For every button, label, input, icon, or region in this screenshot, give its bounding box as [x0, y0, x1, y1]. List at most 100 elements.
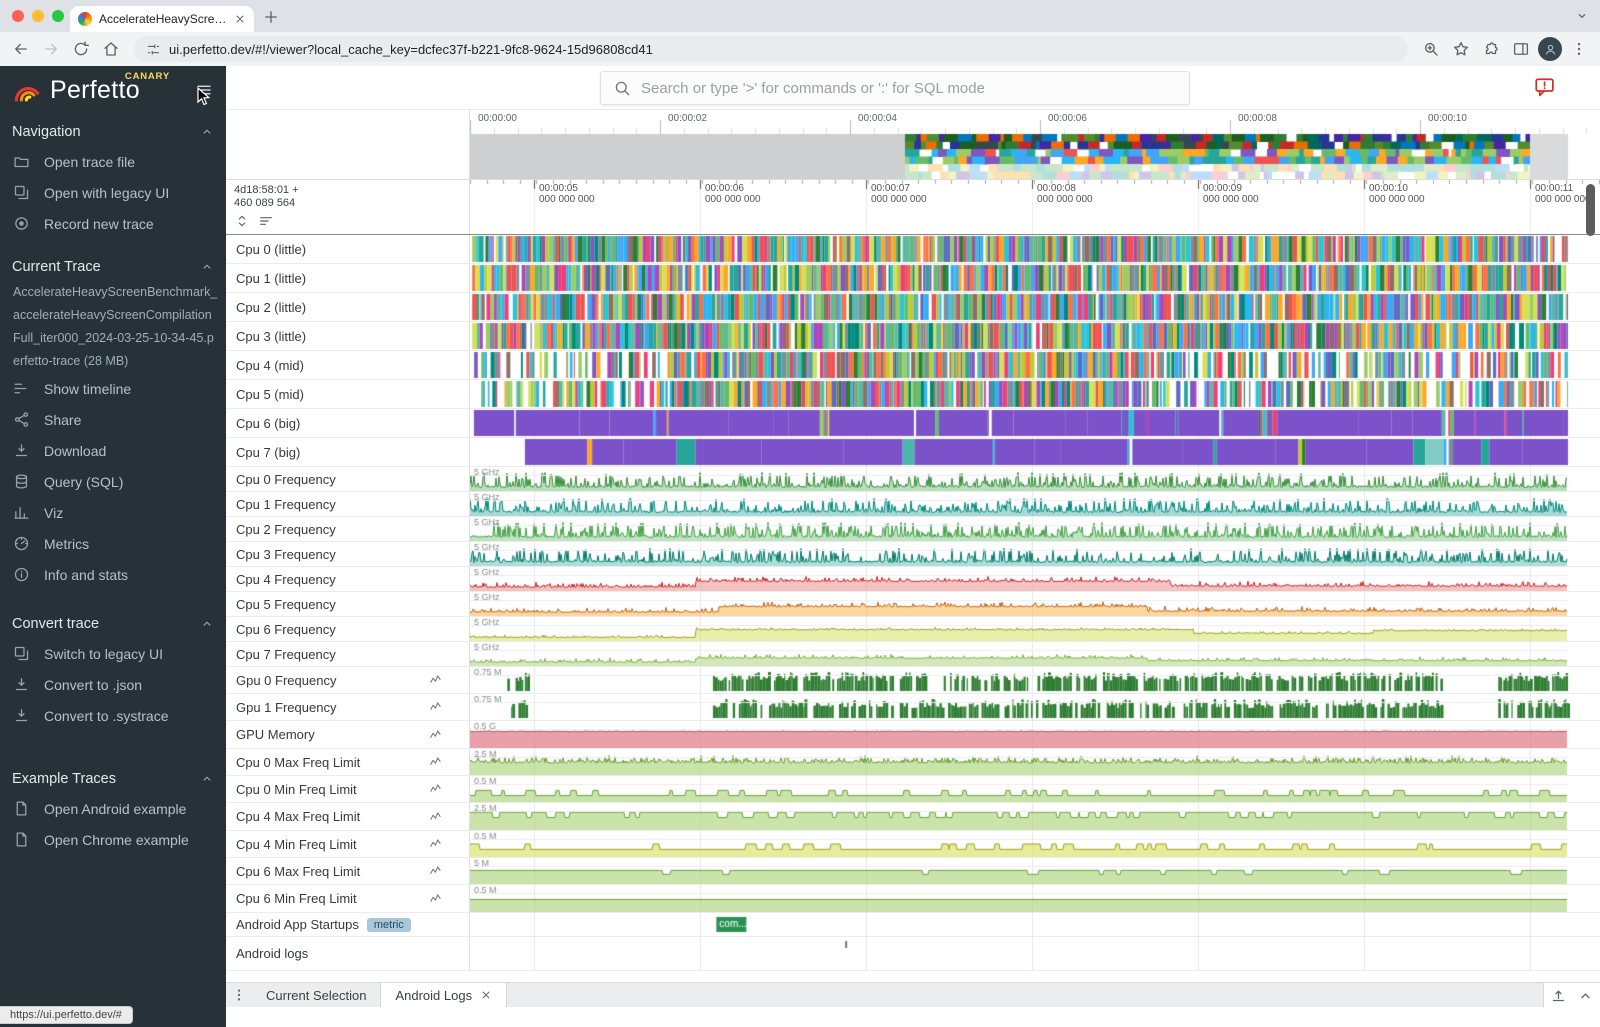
sidebar-item-record-new-trace[interactable]: Record new trace — [0, 208, 226, 239]
track-row-cpu-5-mid[interactable]: Cpu 5 (mid) — [226, 380, 1600, 409]
track-canvas[interactable] — [470, 885, 1600, 912]
track-canvas[interactable] — [470, 776, 1600, 802]
track-row-cpu-4-frequency[interactable]: Cpu 4 Frequency — [226, 567, 1600, 592]
track-row-cpu-3-little[interactable]: Cpu 3 (little) — [226, 322, 1600, 351]
track-canvas[interactable] — [470, 492, 1600, 516]
track-canvas[interactable] — [470, 803, 1600, 830]
track-shelf[interactable]: Cpu 2 (little) — [226, 293, 470, 321]
track-canvas[interactable] — [470, 293, 1600, 321]
track-shelf[interactable]: GPU Memory — [226, 721, 470, 748]
track-shelf[interactable]: Cpu 4 Max Freq Limit — [226, 803, 470, 830]
reload-button[interactable] — [68, 36, 94, 62]
track-row-cpu-6-big[interactable]: Cpu 6 (big) — [226, 409, 1600, 438]
track-canvas[interactable] — [470, 913, 1600, 936]
track-row-cpu-0-frequency[interactable]: Cpu 0 Frequency — [226, 467, 1600, 492]
address-bar[interactable]: ui.perfetto.dev/#!/viewer?local_cache_ke… — [134, 36, 1408, 62]
home-button[interactable] — [98, 36, 124, 62]
track-canvas[interactable] — [470, 937, 1600, 970]
section-header-convert-trace[interactable]: Convert trace — [0, 610, 226, 638]
track-canvas[interactable] — [470, 438, 1600, 466]
track-shelf[interactable]: Cpu 7 (big) — [226, 438, 470, 466]
tab-search-icon[interactable] — [1574, 8, 1590, 24]
track-shelf[interactable]: Android App Startupsmetric — [226, 913, 470, 936]
track-canvas[interactable] — [470, 749, 1600, 775]
track-canvas[interactable] — [470, 592, 1600, 616]
track-canvas[interactable] — [470, 667, 1600, 693]
track-row-cpu-2-little[interactable]: Cpu 2 (little) — [226, 293, 1600, 322]
vertical-scrollbar-thumb[interactable] — [1586, 184, 1595, 236]
track-canvas[interactable] — [470, 694, 1600, 720]
report-bug-button[interactable] — [1534, 77, 1556, 98]
track-shelf[interactable]: Cpu 0 (little) — [226, 235, 470, 263]
sidebar-item-convert-to-json[interactable]: Convert to .json — [0, 669, 226, 700]
track-row-gpu-0-frequency[interactable]: Gpu 0 Frequency — [226, 667, 1600, 694]
track-canvas[interactable] — [470, 858, 1600, 884]
track-shelf[interactable]: Cpu 2 Frequency — [226, 517, 470, 541]
zoom-window-button[interactable] — [52, 10, 64, 22]
close-tab-icon[interactable] — [234, 13, 246, 25]
sidebar-item-open-with-legacy-ui[interactable]: Open with legacy UI — [0, 177, 226, 208]
close-window-button[interactable] — [12, 10, 24, 22]
sidebar-item-open-android-example[interactable]: Open Android example — [0, 793, 226, 824]
tune-icon[interactable] — [146, 42, 161, 57]
track-canvas[interactable] — [470, 617, 1600, 641]
omnibox-search[interactable] — [600, 71, 1190, 105]
track-row-android-app-startups[interactable]: Android App Startupsmetric — [226, 913, 1600, 937]
extensions-button[interactable] — [1478, 36, 1504, 62]
track-shelf[interactable]: Cpu 3 Frequency — [226, 542, 470, 566]
track-canvas[interactable] — [470, 542, 1600, 566]
track-row-gpu-memory[interactable]: GPU Memory — [226, 721, 1600, 749]
sidebar-item-download[interactable]: Download — [0, 435, 226, 466]
unfold-tracks-icon[interactable] — [234, 213, 250, 229]
new-tab-button[interactable] — [262, 8, 280, 26]
track-shelf[interactable]: Cpu 0 Min Freq Limit — [226, 776, 470, 802]
track-canvas[interactable] — [470, 642, 1600, 666]
track-row-cpu-0-little[interactable]: Cpu 0 (little) — [226, 235, 1600, 264]
track-row-cpu-6-frequency[interactable]: Cpu 6 Frequency — [226, 617, 1600, 642]
track-row-cpu-5-frequency[interactable]: Cpu 5 Frequency — [226, 592, 1600, 617]
track-row-cpu-4-max-freq-limit[interactable]: Cpu 4 Max Freq Limit — [226, 803, 1600, 831]
track-canvas[interactable] — [470, 517, 1600, 541]
sidebar-item-open-trace-file[interactable]: Open trace file — [0, 146, 226, 177]
sidebar-item-metrics[interactable]: Metrics — [0, 528, 226, 559]
sidebar-item-share[interactable]: Share — [0, 404, 226, 435]
track-shelf[interactable]: Gpu 1 Frequency — [226, 694, 470, 720]
track-canvas[interactable] — [470, 351, 1600, 379]
track-canvas[interactable] — [470, 380, 1600, 408]
track-shelf[interactable]: Cpu 4 Frequency — [226, 567, 470, 591]
track-shelf[interactable]: Cpu 6 (big) — [226, 409, 470, 437]
track-shelf[interactable]: Cpu 5 Frequency — [226, 592, 470, 616]
track-row-cpu-7-big[interactable]: Cpu 7 (big) — [226, 438, 1600, 467]
sidebar-item-viz[interactable]: Viz — [0, 497, 226, 528]
track-shelf[interactable]: Gpu 0 Frequency — [226, 667, 470, 693]
back-button[interactable] — [8, 36, 34, 62]
track-row-cpu-1-little[interactable]: Cpu 1 (little) — [226, 264, 1600, 293]
section-header-navigation[interactable]: Navigation — [0, 118, 226, 146]
browser-tab[interactable]: AccelerateHeavyScreenBenc — [70, 6, 254, 32]
close-tab-icon[interactable] — [480, 989, 492, 1001]
details-tab-android-logs[interactable]: Android Logs — [380, 983, 507, 1007]
track-row-cpu-4-mid[interactable]: Cpu 4 (mid) — [226, 351, 1600, 380]
track-shelf[interactable]: Cpu 5 (mid) — [226, 380, 470, 408]
section-header-current-trace[interactable]: Current Trace — [0, 253, 226, 281]
track-canvas[interactable] — [470, 831, 1600, 857]
track-canvas[interactable] — [470, 235, 1600, 263]
ruler-canvas[interactable] — [470, 180, 1600, 234]
sidebar-item-convert-to-systrace[interactable]: Convert to .systrace — [0, 700, 226, 731]
sidebar-item-open-chrome-example[interactable]: Open Chrome example — [0, 824, 226, 855]
track-shelf[interactable]: Cpu 0 Max Freq Limit — [226, 749, 470, 775]
track-row-cpu-6-max-freq-limit[interactable]: Cpu 6 Max Freq Limit — [226, 858, 1600, 885]
track-shelf[interactable]: Android logs — [226, 937, 470, 970]
details-tab-current-selection[interactable]: Current Selection — [252, 983, 380, 1007]
track-shelf[interactable]: Cpu 7 Frequency — [226, 642, 470, 666]
sidebar-item-info-and-stats[interactable]: Info and stats — [0, 559, 226, 590]
expand-panel-icon[interactable] — [1550, 987, 1567, 1004]
section-header-example-traces[interactable]: Example Traces — [0, 765, 226, 793]
track-shelf[interactable]: Cpu 6 Min Freq Limit — [226, 885, 470, 912]
track-row-cpu-0-max-freq-limit[interactable]: Cpu 0 Max Freq Limit — [226, 749, 1600, 776]
track-shelf[interactable]: Cpu 6 Max Freq Limit — [226, 858, 470, 884]
track-shelf[interactable]: Cpu 6 Frequency — [226, 617, 470, 641]
minimize-window-button[interactable] — [32, 10, 44, 22]
track-row-android-logs[interactable]: Android logs — [226, 937, 1600, 971]
track-row-cpu-2-frequency[interactable]: Cpu 2 Frequency — [226, 517, 1600, 542]
